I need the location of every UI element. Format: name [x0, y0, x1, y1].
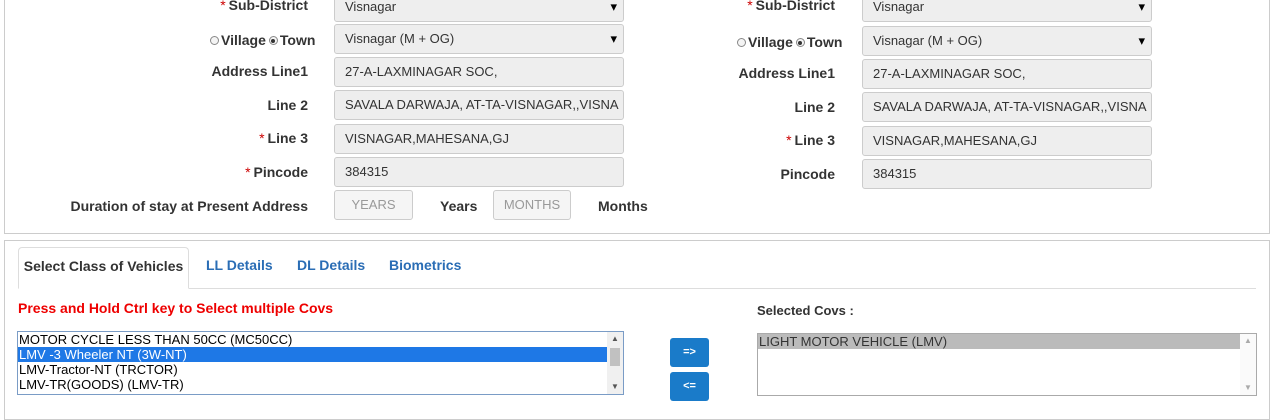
- months-input[interactable]: MONTHS: [493, 190, 571, 220]
- duration-label: Duration of stay at Present Address: [70, 198, 308, 214]
- permanent-line2-label: Line 2: [794, 99, 835, 115]
- town-radio[interactable]: [268, 36, 278, 45]
- present-line2-label: Line 2: [267, 97, 308, 113]
- remove-cov-button[interactable]: <=: [670, 372, 709, 401]
- list-item[interactable]: LIGHT MOTOR VEHICLE (LMV): [758, 334, 1256, 349]
- scrollbar[interactable]: ▲ ▼: [1240, 334, 1256, 395]
- tab-dl-details[interactable]: DL Details: [297, 247, 365, 288]
- present-line3-input[interactable]: VISNAGAR,MAHESANA,GJ: [334, 124, 624, 154]
- label-text: Sub-District: [755, 0, 835, 13]
- scroll-up-icon[interactable]: ▲: [1240, 335, 1256, 347]
- present-sub-district-label: * Sub-District: [220, 0, 308, 13]
- present-pincode-input[interactable]: 384315: [334, 157, 624, 187]
- years-label: Years: [440, 198, 478, 214]
- required-mark: *: [220, 0, 226, 13]
- select-value: Visnagar: [873, 0, 925, 14]
- permanent-sub-district-select[interactable]: Visnagar: [862, 0, 1152, 22]
- permanent-line3-label: * Line 3: [786, 132, 835, 148]
- label-text: Line 3: [794, 132, 835, 148]
- required-mark: *: [747, 0, 753, 13]
- town-label: Town: [806, 34, 843, 50]
- scroll-thumb[interactable]: [610, 348, 620, 366]
- permanent-town-select[interactable]: Visnagar (M + OG): [862, 26, 1152, 56]
- village-radio[interactable]: [210, 36, 219, 45]
- tab-biometrics[interactable]: Biometrics: [389, 247, 461, 288]
- present-village-town-radio: Village Town: [210, 32, 315, 48]
- select-value: Visnagar (M + OG): [345, 31, 455, 46]
- list-item[interactable]: LMV-Tractor-NT (TRCTOR): [18, 362, 623, 377]
- village-radio[interactable]: [737, 38, 746, 47]
- permanent-line2-input[interactable]: SAVALA DARWAJA, AT-TA-VISNAGAR,,VISNA: [862, 92, 1152, 122]
- permanent-address-line1-input[interactable]: 27-A-LAXMINAGAR SOC,: [862, 59, 1152, 89]
- selected-covs-label: Selected Covs :: [757, 303, 854, 318]
- present-town-select[interactable]: Visnagar (M + OG): [334, 24, 624, 54]
- select-value: Visnagar (M + OG): [873, 33, 983, 48]
- scrollbar[interactable]: ▲ ▼: [607, 332, 623, 394]
- scroll-up-icon[interactable]: ▲: [607, 333, 623, 345]
- present-pincode-label: * Pincode: [245, 164, 308, 180]
- required-mark: *: [259, 130, 265, 146]
- present-line2-input[interactable]: SAVALA DARWAJA, AT-TA-VISNAGAR,,VISNA: [334, 90, 624, 120]
- list-item[interactable]: LMV -3 Wheeler NT (3W-NT): [18, 347, 623, 362]
- permanent-line3-input[interactable]: VISNAGAR,MAHESANA,GJ: [862, 126, 1152, 156]
- town-radio[interactable]: [795, 38, 805, 47]
- required-mark: *: [245, 164, 251, 180]
- scroll-down-icon[interactable]: ▼: [1240, 382, 1256, 394]
- permanent-village-town-radio: Village Town: [737, 34, 842, 50]
- present-line3-label: * Line 3: [259, 130, 308, 146]
- village-label: Village: [221, 32, 266, 48]
- present-address-line1-input[interactable]: 27-A-LAXMINAGAR SOC,: [334, 57, 624, 87]
- permanent-address-line1-label: Address Line1: [738, 65, 835, 81]
- required-mark: *: [786, 132, 792, 148]
- label-text: Line 3: [267, 130, 308, 146]
- add-cov-button[interactable]: =>: [670, 338, 709, 367]
- tab-ll-details[interactable]: LL Details: [206, 247, 273, 288]
- months-label: Months: [598, 198, 648, 214]
- multi-select-hint: Press and Hold Ctrl key to Select multip…: [18, 300, 334, 316]
- list-item[interactable]: LMV-TR(GOODS) (LMV-TR): [18, 377, 623, 392]
- label-text: Pincode: [253, 164, 308, 180]
- years-input[interactable]: YEARS: [334, 190, 413, 220]
- present-sub-district-select[interactable]: Visnagar: [334, 0, 624, 22]
- present-address-line1-label: Address Line1: [211, 63, 308, 79]
- available-covs-listbox[interactable]: MOTOR CYCLE LESS THAN 50CC (MC50CC) LMV …: [17, 331, 624, 395]
- scroll-down-icon[interactable]: ▼: [607, 381, 623, 393]
- tab-bar: Select Class of Vehicles LL Details DL D…: [18, 247, 1256, 289]
- town-label: Town: [279, 32, 316, 48]
- tab-select-class-of-vehicles[interactable]: Select Class of Vehicles: [18, 247, 189, 289]
- permanent-pincode-input[interactable]: 384315: [862, 159, 1152, 189]
- permanent-pincode-label: Pincode: [780, 166, 835, 182]
- label-text: Sub-District: [228, 0, 308, 13]
- permanent-sub-district-label: * Sub-District: [747, 0, 835, 13]
- selected-covs-listbox[interactable]: LIGHT MOTOR VEHICLE (LMV) ▲ ▼: [757, 333, 1257, 396]
- list-item[interactable]: MOTOR CYCLE LESS THAN 50CC (MC50CC): [18, 332, 623, 347]
- village-label: Village: [748, 34, 793, 50]
- select-value: Visnagar: [345, 0, 397, 14]
